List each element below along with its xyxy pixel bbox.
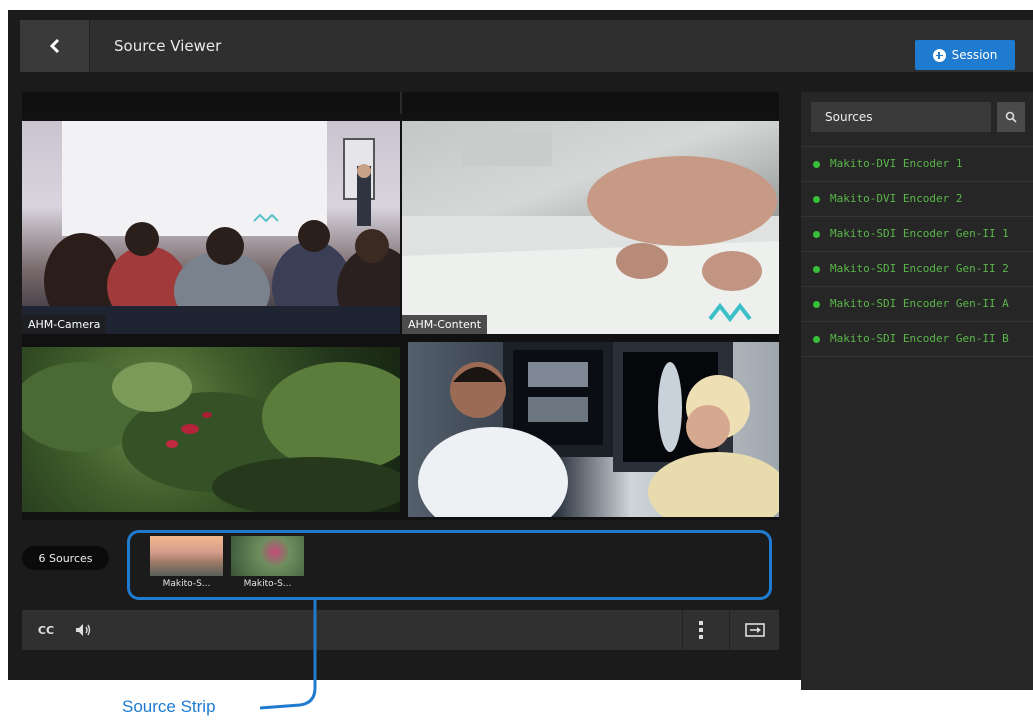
source-strip-callout-label: Source Strip	[122, 697, 216, 716]
callout-connector	[259, 599, 317, 710]
